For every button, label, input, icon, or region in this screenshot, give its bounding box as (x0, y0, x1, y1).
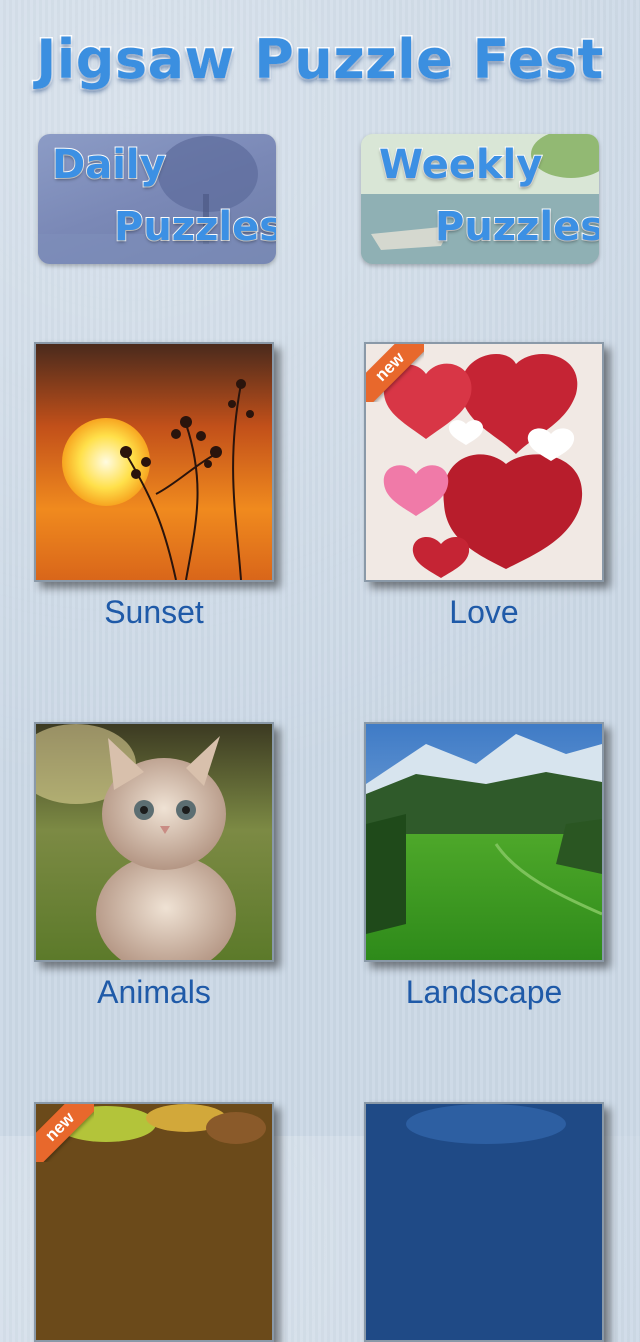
sunset-thumbnail (34, 342, 274, 582)
new-badge-label: new (36, 1104, 94, 1162)
love-thumbnail: new (364, 342, 604, 582)
weekly-line2: Puzzles (434, 203, 599, 251)
landscape-image (366, 724, 602, 960)
weekly-line1: Weekly (378, 141, 543, 189)
new-badge: new (366, 344, 424, 402)
landscape-thumbnail (364, 722, 604, 962)
category-tile-love[interactable]: new Love (364, 342, 604, 630)
animals-image (36, 724, 272, 960)
app-title-logo: Jigsaw Puzzle Fest (0, 14, 640, 104)
category-label: Love (449, 594, 519, 630)
category-label: Landscape (405, 974, 563, 1010)
weekly-puzzles-button[interactable]: Weekly Puzzles (361, 134, 599, 264)
daily-puzzles-button[interactable]: Daily Puzzles (38, 134, 276, 264)
daily-line2: Puzzles (113, 203, 276, 251)
daily-line1: Daily (51, 141, 167, 189)
sunset-image (36, 344, 272, 580)
category-6-thumbnail (364, 1102, 604, 1342)
category-label: Animals (97, 974, 211, 1010)
new-badge-label: new (366, 344, 424, 402)
category-6-image (366, 1104, 602, 1340)
category-tile-5[interactable]: new (34, 1102, 274, 1342)
category-5-thumbnail: new (34, 1102, 274, 1342)
category-tile-animals[interactable]: Animals (34, 722, 274, 1010)
category-tile-landscape[interactable]: Landscape (364, 722, 604, 1010)
new-badge: new (36, 1104, 94, 1162)
app-title: Jigsaw Puzzle Fest (35, 26, 605, 92)
category-label: Sunset (104, 594, 204, 630)
category-tile-6[interactable] (364, 1102, 604, 1342)
animals-thumbnail (34, 722, 274, 962)
category-tile-sunset[interactable]: Sunset (34, 342, 274, 630)
